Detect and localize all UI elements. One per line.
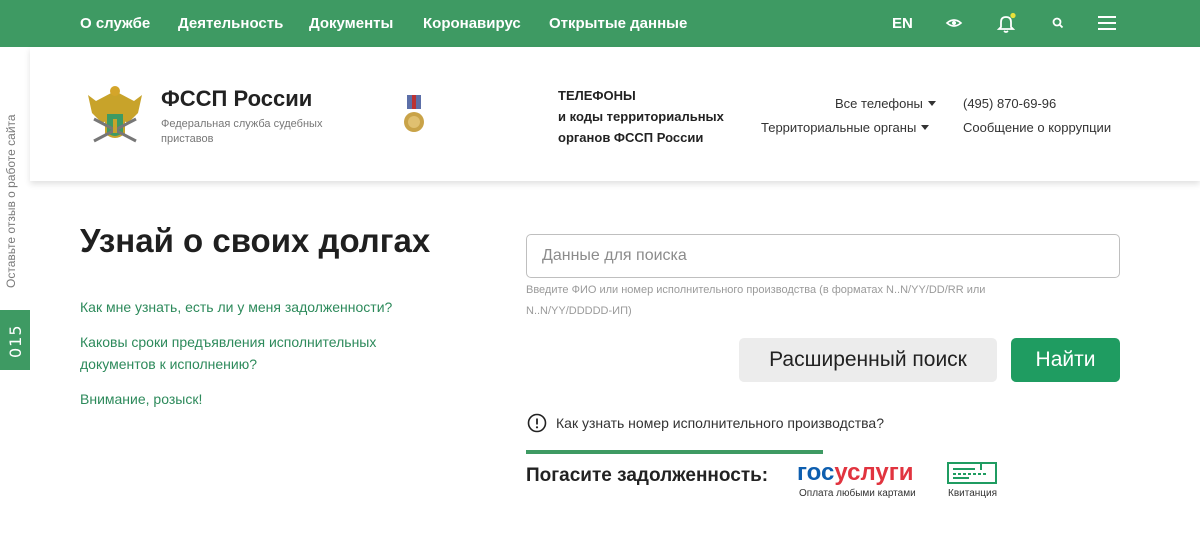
corruption-report-link[interactable]: Сообщение о коррупции [963,120,1111,135]
medal-icon [404,95,424,132]
gosuslugi-logo[interactable]: госуслуги [797,459,914,487]
gosuslugi-logo-part2: услуги [834,459,914,486]
search-hint: Введите ФИО или номер исполнительного пр… [526,284,986,317]
exclamation-info-icon [527,413,547,433]
territorial-bodies-label: Территориальные органы [761,120,917,135]
receipt-icon[interactable] [947,462,999,486]
phones-block[interactable]: ТЕЛЕФОНЫ и коды территориальных органов … [558,85,724,148]
bell-icon[interactable] [995,12,1017,34]
wanted-link[interactable]: Внимание, розыск! [80,388,202,410]
site-header: ФССП России Федеральная служба судебных … [30,47,1200,181]
phones-line-3: органов ФССП России [558,130,704,145]
all-phones-label: Все телефоны [835,96,923,111]
phones-line-2: и коды территориальных [558,109,724,124]
nav-item-documents[interactable]: Документы [309,15,393,32]
fssp-emblem-logo[interactable] [84,83,146,149]
top-navigation-bar: О службе Деятельность Документы Коронави… [0,0,1200,47]
deadlines-link[interactable]: Каковы сроки предъявления исполнительных… [80,331,410,375]
all-phones-dropdown[interactable]: Все телефоны [835,96,936,111]
gosuslugi-logo-part1: гос [797,459,835,486]
org-title[interactable]: ФССП России [161,86,312,112]
territorial-bodies-dropdown[interactable]: Территориальные органы [761,120,930,135]
org-subtitle: Федеральная служба судебных приставов [161,118,323,145]
nav-item-open-data[interactable]: Открытые данные [549,15,687,32]
pay-debt-label: Погасите задолженность: [526,465,769,486]
gosuslugi-caption[interactable]: Оплата любыми картами [799,488,916,499]
feedback-tab-label[interactable]: Оставьте отзыв о работе сайта [4,114,18,288]
hotline-phone-link[interactable]: (495) 870-69-96 [963,96,1056,111]
accessibility-badge[interactable]: 015 [0,310,30,370]
find-button[interactable]: Найти [1011,338,1120,382]
divider-line [526,450,823,454]
badge-label: 015 [6,324,25,358]
page-title: Узнай о своих долгах [80,222,431,259]
chevron-down-icon [921,125,930,131]
chevron-down-icon [927,101,936,107]
language-switch-link[interactable]: EN [892,15,913,32]
debt-check-link[interactable]: Как мне узнать, есть ли у меня задолженн… [80,296,392,318]
search-icon[interactable] [1047,12,1069,34]
how-to-find-number-link[interactable]: Как узнать номер исполнительного произво… [556,415,884,431]
nav-item-about[interactable]: О службе [80,15,150,32]
advanced-search-button[interactable]: Расширенный поиск [739,338,997,382]
receipt-caption[interactable]: Квитанция [948,488,997,499]
search-input[interactable] [526,234,1120,278]
eye-icon[interactable] [943,12,965,34]
menu-icon[interactable] [1096,12,1118,34]
nav-item-coronavirus[interactable]: Коронавирус [423,15,521,32]
nav-item-activity[interactable]: Деятельность [178,15,283,32]
phones-title: ТЕЛЕФОНЫ [558,88,636,103]
